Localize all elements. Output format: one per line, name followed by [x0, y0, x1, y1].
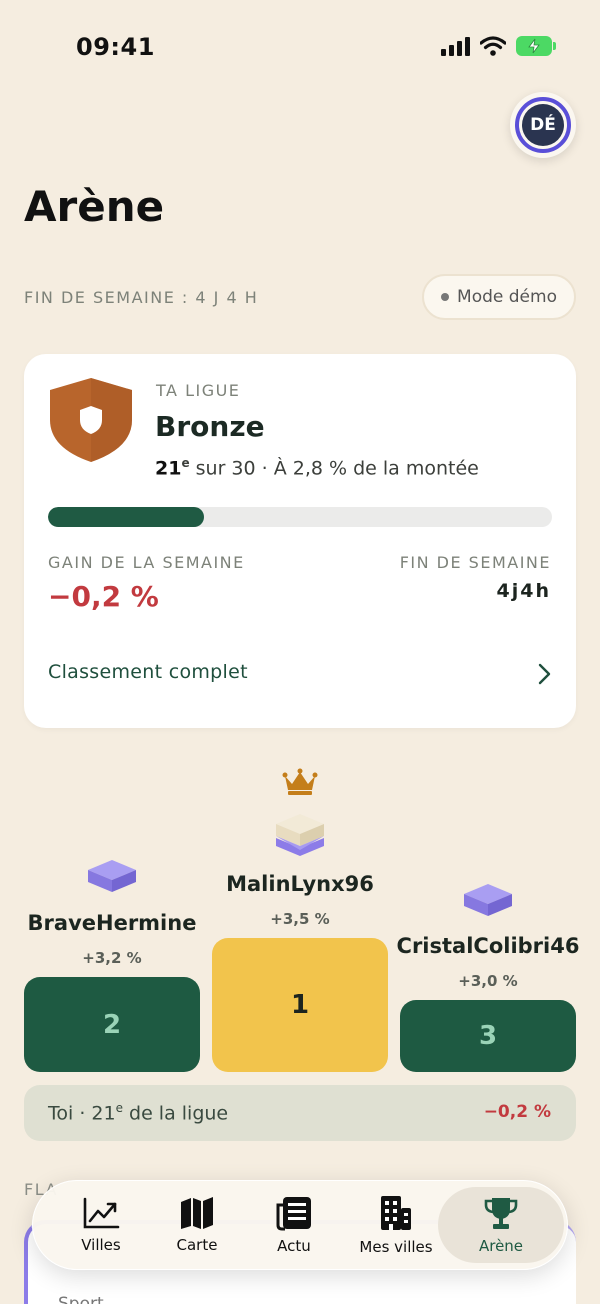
trophy-icon	[484, 1198, 518, 1229]
wifi-icon	[480, 36, 506, 56]
chart-up-icon	[83, 1197, 120, 1229]
mode-demo-button[interactable]: Mode démo	[422, 274, 576, 320]
dot-icon	[441, 293, 450, 301]
week-end-label: FIN DE SEMAINE	[399, 553, 551, 572]
podium-first-name[interactable]: MalinLynx96	[212, 872, 388, 896]
buildings-icon	[381, 1196, 411, 1230]
league-rank: 21e sur 30 · À 2,8 % de la montée	[155, 456, 479, 480]
newspaper-icon	[276, 1197, 311, 1231]
full-ranking-link[interactable]: Classement complet	[48, 661, 248, 683]
podium-third-name[interactable]: CristalColibri46	[392, 934, 584, 958]
tab-arene-label: Arène	[478, 1237, 524, 1255]
league-section-label: TA LIGUE	[156, 381, 241, 400]
tab-actu[interactable]: Actu	[256, 1180, 332, 1270]
avatar-progress-ring: DÉ	[515, 97, 571, 153]
podium-third-cube-icon	[464, 884, 512, 916]
week-end-countdown: FIN DE SEMAINE : 4 J 4 H	[24, 288, 259, 307]
tab-villes-label: Villes	[81, 1236, 121, 1254]
my-rank-label: Toi · 21e de la ligue	[48, 1101, 229, 1125]
status-time: 09:41	[76, 33, 155, 61]
signal-icon	[441, 36, 470, 56]
podium-first-cube-icon	[276, 814, 324, 856]
podium-first-gain: +3,5 %	[270, 910, 330, 928]
weekly-gain-value: −0,2 %	[48, 580, 159, 613]
podium-second-step: 2	[24, 977, 200, 1072]
podium-third-gain: +3,0 %	[458, 972, 518, 990]
podium-second-gain: +3,2 %	[82, 949, 142, 967]
my-gain-value: −0,2 %	[483, 1102, 551, 1122]
weekly-gain-label: GAIN DE LA SEMAINE	[48, 553, 245, 572]
battery-icon	[516, 36, 556, 56]
tab-mes-villes[interactable]: Mes villes	[352, 1180, 440, 1270]
mode-demo-label: Mode démo	[457, 287, 557, 307]
avatar: DÉ	[522, 104, 564, 146]
tab-carte-label: Carte	[176, 1236, 218, 1254]
tab-mes-villes-label: Mes villes	[359, 1238, 433, 1256]
crown-icon	[282, 768, 318, 795]
promotion-progress-bar	[48, 507, 552, 527]
tab-villes[interactable]: Villes	[60, 1180, 142, 1270]
tab-arene[interactable]: Arène	[458, 1180, 544, 1270]
podium-first-step: 1	[212, 938, 388, 1072]
profile-avatar-button[interactable]: DÉ	[510, 92, 576, 158]
league-name: Bronze	[155, 410, 265, 443]
chevron-right-icon[interactable]	[536, 662, 554, 686]
podium-second-cube-icon	[88, 860, 136, 892]
tab-actu-label: Actu	[277, 1237, 311, 1255]
status-icons	[441, 36, 556, 56]
map-icon	[181, 1197, 213, 1229]
podium-third-step: 3	[400, 1000, 576, 1072]
week-end-value: 4j4h	[496, 580, 551, 602]
bronze-shield-icon	[50, 378, 132, 462]
page-title: Arène	[24, 182, 165, 231]
next-section-item: Sport	[58, 1294, 104, 1304]
podium-second-name[interactable]: BraveHermine	[14, 911, 210, 935]
progress-fill	[48, 507, 205, 527]
tab-carte[interactable]: Carte	[158, 1180, 236, 1270]
